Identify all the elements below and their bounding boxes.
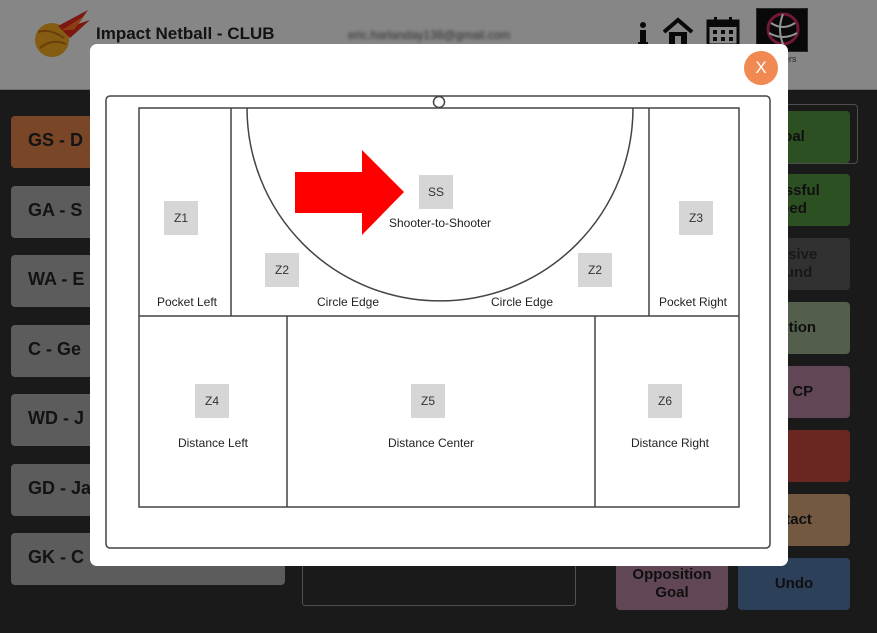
zone-z2-left-label: Circle Edge: [316, 295, 380, 309]
zone-z5-chip[interactable]: Z5: [411, 384, 445, 418]
zone-z2-left-chip[interactable]: Z2: [265, 253, 299, 287]
zone-z4-chip[interactable]: Z4: [195, 384, 229, 418]
zone-z5-label: Distance Center: [387, 436, 475, 450]
zone-z3-label: Pocket Right: [658, 295, 728, 309]
zone-z2-right-chip[interactable]: Z2: [578, 253, 612, 287]
goal-post-icon: [432, 95, 446, 109]
zone-z2-right-label: Circle Edge: [490, 295, 554, 309]
zone-z1-label: Pocket Left: [156, 295, 218, 309]
zone-z6-chip[interactable]: Z6: [648, 384, 682, 418]
zone-ss-chip[interactable]: SS: [419, 175, 453, 209]
court-diagram: [105, 95, 771, 549]
zone-z4-label: Distance Left: [177, 436, 249, 450]
zone-z1-chip[interactable]: Z1: [164, 201, 198, 235]
court-outer-frame: [105, 95, 771, 549]
zone-z6-label: Distance Right: [630, 436, 710, 450]
zone-ss-label: Shooter-to-Shooter: [388, 216, 492, 230]
zone-z3-chip[interactable]: Z3: [679, 201, 713, 235]
